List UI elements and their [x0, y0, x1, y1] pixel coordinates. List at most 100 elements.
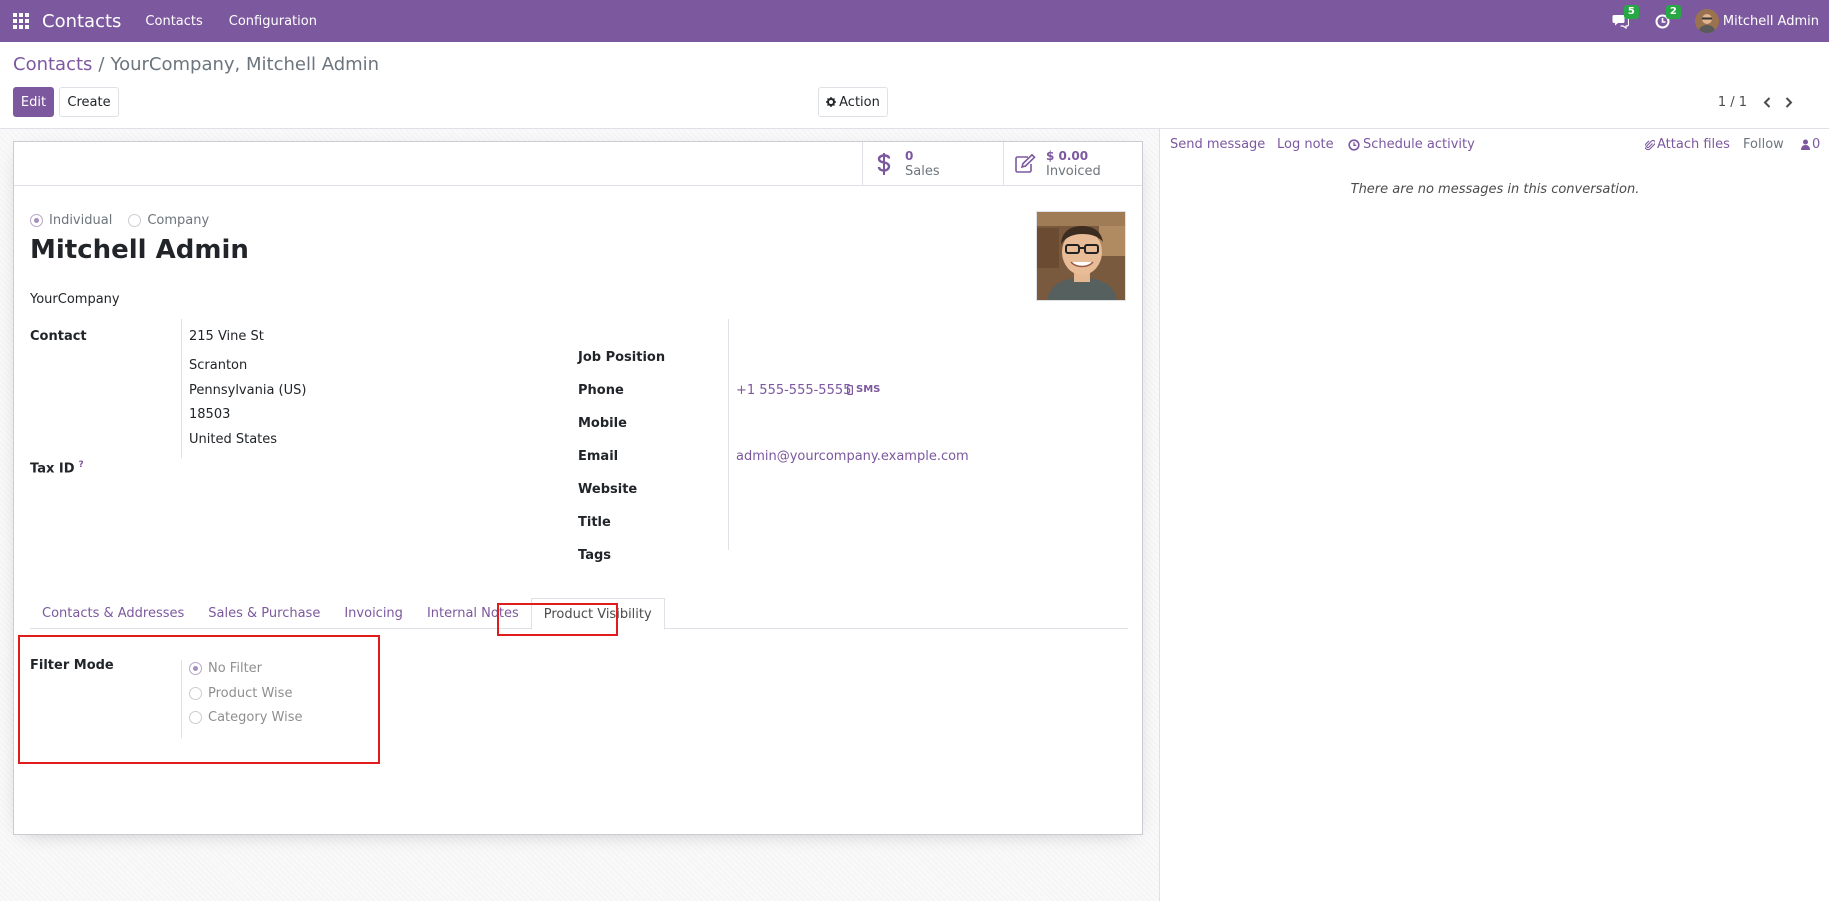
control-panel: Contacts / YourCompany, Mitchell Admin E… — [0, 42, 1829, 129]
menu-configuration[interactable]: Configuration — [229, 14, 317, 29]
filter-option-category-wise[interactable]: Category Wise — [189, 707, 302, 728]
user-menu[interactable]: Mitchell Admin — [1694, 9, 1819, 33]
parent-company: YourCompany — [30, 292, 120, 307]
tab-sales-purchase[interactable]: Sales & Purchase — [196, 598, 332, 629]
edit-button[interactable]: Edit — [13, 87, 54, 117]
filter-option-product-wise[interactable]: Product Wise — [189, 683, 302, 704]
follow-button[interactable]: Follow — [1743, 137, 1784, 152]
tab-invoicing[interactable]: Invoicing — [332, 598, 415, 629]
contact-label: Contact — [30, 329, 87, 344]
tab-product-visibility[interactable]: Product Visibility — [530, 598, 665, 630]
mobile-icon — [847, 384, 853, 395]
breadcrumb: Contacts / YourCompany, Mitchell Admin — [13, 54, 379, 75]
title-label: Title — [578, 515, 611, 530]
paperclip-icon — [1645, 139, 1655, 150]
pager: 1 / 1 — [1718, 92, 1799, 112]
pager-previous-button[interactable] — [1757, 92, 1777, 112]
filter-option-product-wise-label: Product Wise — [208, 685, 293, 701]
sales-label: Sales — [905, 164, 940, 179]
avatar — [1694, 9, 1719, 33]
filter-group-divider — [181, 660, 182, 738]
activity-menu[interactable]: 2 — [1653, 5, 1681, 31]
invoiced-amount: $ 0.00 — [1046, 149, 1089, 163]
clock-icon — [1348, 138, 1360, 151]
chevron-left-icon — [1763, 96, 1771, 108]
followers-button[interactable]: 0 — [1801, 137, 1820, 152]
apps-menu-button[interactable] — [0, 0, 42, 42]
sms-button[interactable]: SMS — [847, 384, 880, 395]
log-note-button[interactable]: Log note — [1277, 137, 1334, 152]
left-group-divider — [181, 319, 182, 458]
partner-name: Mitchell Admin — [30, 235, 249, 265]
activities-badge: 2 — [1665, 5, 1681, 19]
email-label: Email — [578, 449, 619, 464]
radio-company-label: Company — [147, 213, 210, 228]
filter-option-category-wise-label: Category Wise — [208, 710, 303, 725]
email-link[interactable]: admin@yourcompany.example.com — [736, 449, 969, 464]
chevron-right-icon — [1785, 96, 1793, 108]
schedule-activity-button[interactable]: Schedule activity — [1348, 137, 1475, 152]
attach-files-label: Attach files — [1657, 137, 1730, 152]
radio-company[interactable]: Company — [128, 213, 209, 228]
schedule-activity-label: Schedule activity — [1363, 137, 1475, 152]
user-icon — [1801, 139, 1810, 150]
tab-contacts-addresses[interactable]: Contacts & Addresses — [30, 598, 196, 629]
notebook-tabs: Contacts & Addresses Sales & Purchase In… — [30, 598, 1128, 630]
company-type-radio: Individual Company — [30, 213, 225, 228]
form-sheet: 0 Sales $ 0.00 Invoiced Individual Compa… — [13, 141, 1143, 835]
filter-option-product-wise-circle — [189, 686, 202, 700]
tax-id-label-text: Tax ID — [30, 461, 75, 477]
attach-files-button[interactable]: Attach files — [1645, 137, 1730, 152]
edit-icon — [1015, 154, 1036, 173]
zip: 18503 — [189, 407, 231, 422]
form-view: 0 Sales $ 0.00 Invoiced Individual Compa… — [0, 129, 1159, 901]
dollar-icon — [877, 153, 891, 175]
country: United States — [189, 432, 278, 447]
button-box: 0 Sales $ 0.00 Invoiced — [14, 142, 1142, 186]
invoiced-stat-button[interactable]: $ 0.00 Invoiced — [1003, 142, 1144, 186]
user-name: Mitchell Admin — [1722, 13, 1819, 29]
filter-option-no-filter[interactable]: No Filter — [189, 658, 302, 679]
filter-mode-label: Filter Mode — [30, 658, 114, 673]
messages-badge: 5 — [1623, 5, 1639, 19]
chatter-topbar: Send message Log note Schedule activity … — [1160, 129, 1829, 161]
send-message-button[interactable]: Send message — [1170, 137, 1265, 152]
no-messages-text: There are no messages in this conversati… — [1350, 182, 1640, 197]
tax-id-help-icon[interactable]: ? — [79, 460, 84, 470]
radio-individual[interactable]: Individual — [30, 213, 112, 228]
website-label: Website — [578, 482, 638, 497]
phone-link[interactable]: +1 555-555-5555 — [736, 383, 851, 398]
state: Pennsylvania (US) — [189, 383, 307, 398]
top-navbar: Contacts Contacts Configuration 5 2 Mitc… — [0, 0, 1829, 42]
breadcrumb-contacts-link[interactable]: Contacts — [13, 54, 92, 75]
radio-individual-circle — [30, 214, 43, 227]
filter-option-no-filter-circle — [189, 662, 202, 675]
filter-option-no-filter-label: No Filter — [208, 661, 263, 676]
pager-next-button[interactable] — [1779, 92, 1799, 112]
pager-value[interactable]: 1 / 1 — [1718, 95, 1747, 110]
messaging-menu[interactable]: 5 — [1611, 5, 1639, 31]
mobile-label: Mobile — [578, 416, 627, 431]
create-button[interactable]: Create — [59, 87, 119, 117]
action-button[interactable]: Action — [818, 87, 888, 117]
radio-company-circle — [128, 214, 142, 227]
tab-internal-notes[interactable]: Internal Notes — [415, 598, 531, 629]
street: 215 Vine St — [189, 329, 264, 344]
app-brand[interactable]: Contacts — [42, 11, 121, 32]
chatter-panel: Send message Log note Schedule activity … — [1159, 129, 1829, 901]
partner-photo[interactable] — [1036, 211, 1126, 301]
tax-id-label: Tax ID? — [30, 460, 84, 476]
menu-contacts[interactable]: Contacts — [145, 14, 202, 29]
invoiced-label: Invoiced — [1046, 164, 1101, 179]
sales-count: 0 — [905, 149, 914, 163]
followers-count: 0 — [1812, 137, 1821, 152]
filter-option-category-wise-circle — [189, 711, 202, 724]
sms-label: SMS — [856, 384, 881, 395]
filter-mode-radio: No Filter Product Wise Category Wise — [189, 658, 302, 732]
radio-individual-label: Individual — [49, 213, 113, 228]
breadcrumb-current: YourCompany, Mitchell Admin — [110, 54, 380, 75]
apps-grid-icon — [13, 13, 29, 29]
action-label: Action — [839, 94, 880, 110]
sales-stat-button[interactable]: 0 Sales — [862, 142, 1003, 186]
right-group-divider — [728, 319, 729, 550]
